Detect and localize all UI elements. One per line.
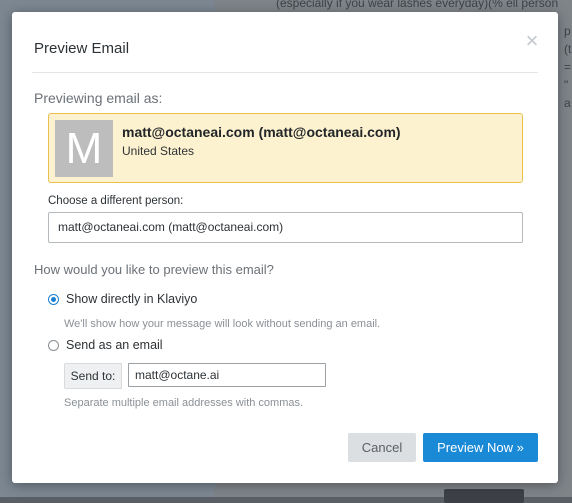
close-icon[interactable]: × [521, 30, 543, 53]
show-in-klaviyo-help: We'll show how your message will look wi… [64, 318, 381, 330]
backdrop-side-char: p [564, 24, 571, 38]
backdrop-button [444, 489, 524, 503]
preview-now-button[interactable]: Preview Now » [423, 433, 538, 462]
choose-person-label: Choose a different person: [48, 195, 184, 207]
choose-person-input[interactable]: matt@octaneai.com (matt@octaneai.com) [48, 212, 523, 243]
backdrop-text: (especially if you wear lashes everyday)… [276, 0, 559, 10]
person-name: matt@octaneai.com (matt@octaneai.com) [122, 124, 401, 140]
show-in-klaviyo-radio[interactable] [48, 294, 59, 305]
send-to-addon: Send to: [64, 363, 122, 389]
previewing-as-label: Previewing email as: [34, 90, 163, 106]
cancel-button[interactable]: Cancel [348, 433, 416, 462]
send-as-email-label[interactable]: Send as an email [66, 338, 163, 352]
backdrop-side-char: (th [564, 42, 572, 56]
person-country: United States [122, 144, 195, 158]
avatar: M [55, 120, 113, 177]
backdrop-side-text: p (th = " a [564, 22, 572, 112]
send-as-email-radio[interactable] [48, 340, 59, 351]
backdrop-side-char: a [564, 96, 571, 110]
selected-person-card: M matt@octaneai.com (matt@octaneai.com) … [48, 113, 523, 183]
backdrop-side-char: = " [564, 60, 572, 92]
modal-title: Preview Email [34, 40, 130, 57]
preview-email-modal: Preview Email × Previewing email as: M m… [12, 12, 558, 483]
show-in-klaviyo-label[interactable]: Show directly in Klaviyo [66, 292, 197, 306]
preview-method-label: How would you like to preview this email… [34, 262, 274, 277]
send-to-input[interactable]: matt@octane.ai [128, 363, 326, 387]
header-divider [32, 72, 538, 73]
send-to-help: Separate multiple email addresses with c… [64, 397, 304, 409]
